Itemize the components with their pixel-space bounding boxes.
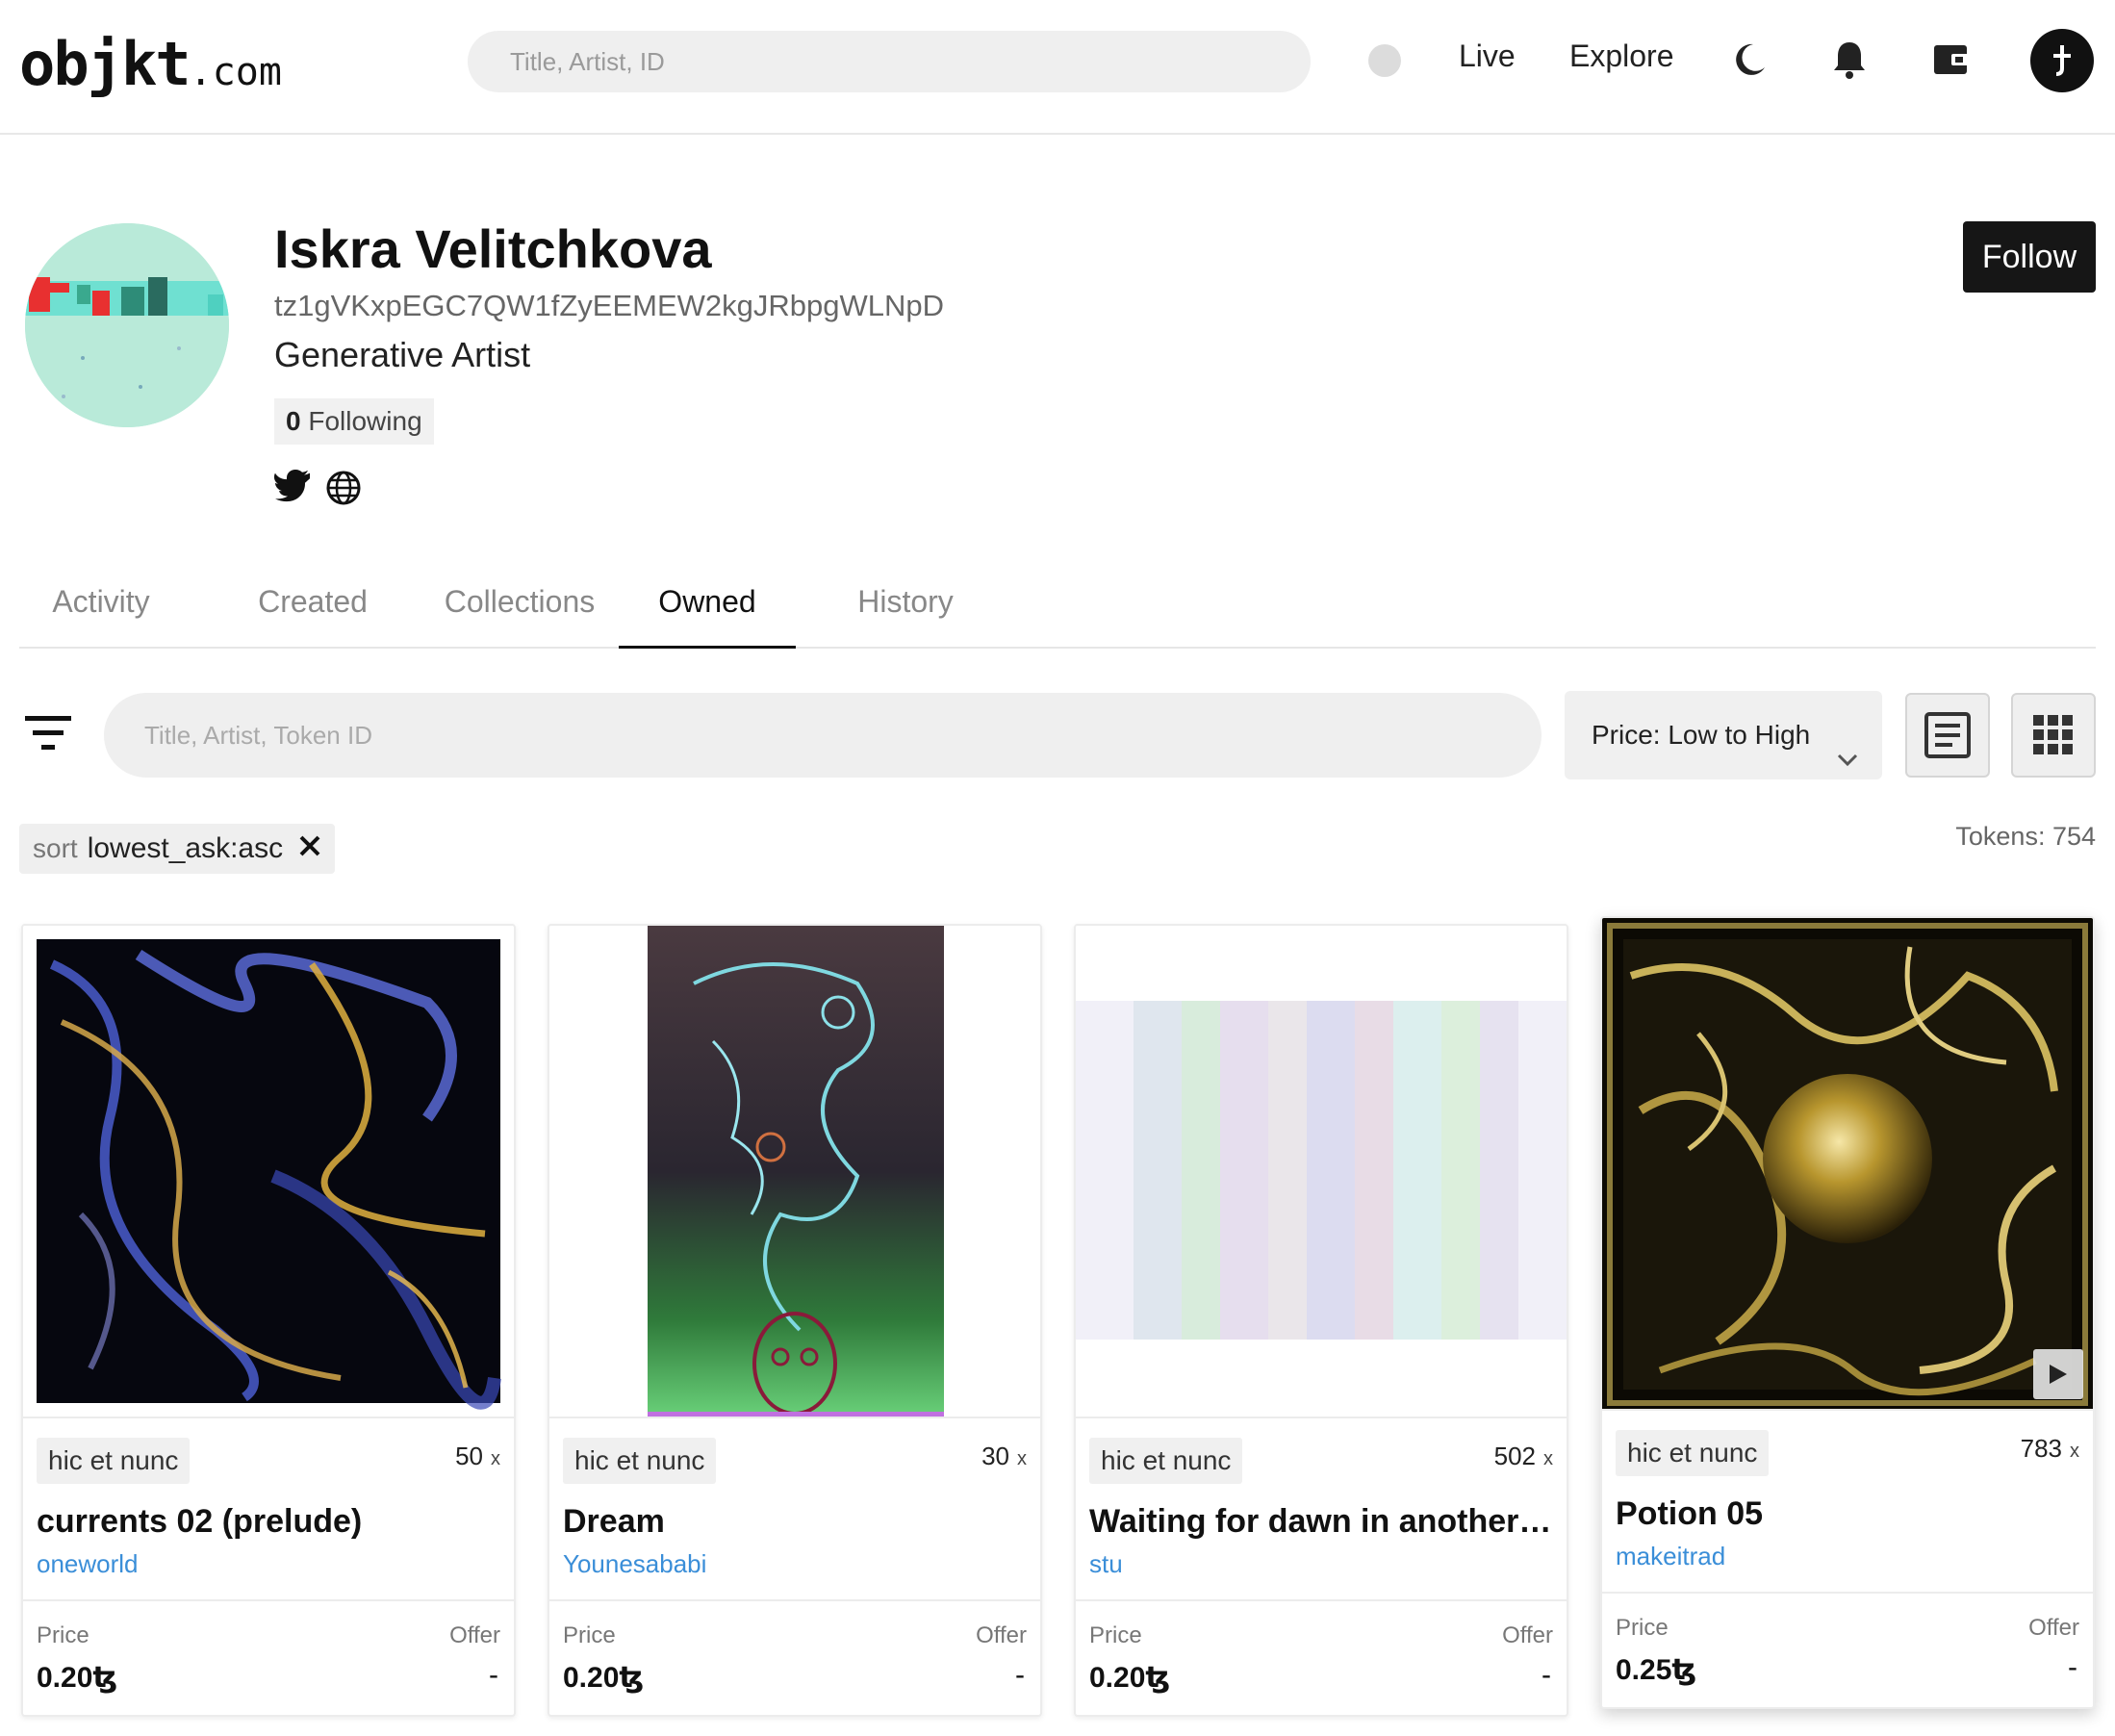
- site-logo[interactable]: objkt.com: [19, 29, 282, 99]
- token-title[interactable]: Waiting for dawn in another…: [1089, 1503, 1555, 1541]
- nav-explore-link[interactable]: Explore: [1569, 38, 1674, 74]
- following-count[interactable]: 0 Following: [274, 398, 434, 445]
- platform-badge: hic et nunc: [1089, 1438, 1243, 1484]
- offer-value: -: [1542, 1659, 1551, 1691]
- token-image[interactable]: [23, 926, 514, 1418]
- token-title[interactable]: Dream: [563, 1503, 1029, 1541]
- card-divider: [1076, 1599, 1567, 1601]
- top-navbar: objkt.com Title, Artist, ID Live Explore: [0, 0, 2115, 135]
- profile-avatar: [25, 223, 229, 427]
- offer-label: Offer: [976, 1622, 1027, 1648]
- wallet-address[interactable]: tz1gVKxpEGC7QW1fZyEEMEW2kgJRbpgWLNpD: [274, 289, 944, 323]
- user-avatar-button[interactable]: [2030, 29, 2094, 92]
- nav-live-link[interactable]: Live: [1459, 38, 1516, 74]
- platform-badge: hic et nunc: [37, 1438, 191, 1484]
- price-value[interactable]: 0.20ꜩ: [1089, 1661, 1170, 1695]
- moon-icon[interactable]: [1726, 37, 1772, 83]
- price-value[interactable]: 0.25ꜩ: [1616, 1653, 1696, 1687]
- offer-value: -: [2068, 1651, 2077, 1683]
- wallet-icon[interactable]: [1928, 37, 1975, 83]
- status-indicator: [1368, 44, 1401, 77]
- tokens-count: Tokens: 754: [1955, 822, 2096, 851]
- filter-icon[interactable]: [25, 714, 73, 753]
- price-label: Price: [1616, 1615, 1669, 1641]
- artist-link[interactable]: Younesababi: [563, 1549, 706, 1579]
- platform-badge: hic et nunc: [1616, 1430, 1770, 1476]
- profile-name: Iskra Velitchkova: [274, 218, 712, 279]
- token-title[interactable]: currents 02 (prelude): [37, 1503, 502, 1541]
- tab-history[interactable]: History: [833, 577, 978, 649]
- tab-activity[interactable]: Activity: [19, 577, 183, 649]
- tab-created[interactable]: Created: [231, 577, 395, 649]
- card-divider: [23, 1599, 514, 1601]
- artist-link[interactable]: makeitrad: [1616, 1542, 1725, 1571]
- chevron-down-icon: [1834, 720, 1861, 808]
- tab-owned[interactable]: Owned: [619, 577, 796, 649]
- token-video[interactable]: [1602, 918, 2093, 1411]
- token-title[interactable]: Potion 05: [1616, 1495, 2081, 1533]
- profile-bio: Generative Artist: [274, 335, 531, 374]
- price-label: Price: [37, 1622, 89, 1648]
- token-card[interactable]: hic et nunc 783 x Potion 05 makeitrad Pri…: [1600, 916, 2095, 1709]
- grid-view-button[interactable]: [2011, 693, 2096, 778]
- offer-label: Offer: [1502, 1622, 1553, 1648]
- artist-link[interactable]: oneworld: [37, 1549, 139, 1579]
- card-divider: [1602, 1592, 2093, 1594]
- price-label: Price: [563, 1622, 616, 1648]
- price-label: Price: [1089, 1622, 1142, 1648]
- active-sort-chip[interactable]: sort lowest_ask:asc: [19, 824, 336, 874]
- edition-count: 783 x: [2020, 1434, 2079, 1463]
- edition-count: 30 x: [981, 1442, 1027, 1470]
- global-search-input[interactable]: Title, Artist, ID: [468, 31, 1311, 92]
- tab-collections[interactable]: Collections: [423, 577, 616, 649]
- sort-dropdown[interactable]: Price: Low to High: [1565, 691, 1882, 779]
- price-value[interactable]: 0.20ꜩ: [563, 1661, 644, 1695]
- platform-badge: hic et nunc: [563, 1438, 717, 1484]
- token-image[interactable]: [1076, 926, 1567, 1418]
- card-divider: [549, 1599, 1040, 1601]
- token-card[interactable]: hic et nunc 30 x Dream Younesababi Price …: [548, 924, 1042, 1717]
- play-icon[interactable]: [2033, 1349, 2083, 1399]
- price-value[interactable]: 0.20ꜩ: [37, 1661, 117, 1695]
- twigger-icon[interactable]: [274, 470, 313, 508]
- offer-value: -: [1015, 1659, 1025, 1691]
- list-view-button[interactable]: [1905, 693, 1990, 778]
- offer-label: Offer: [449, 1622, 500, 1648]
- artist-link[interactable]: stu: [1089, 1549, 1123, 1579]
- token-search-input[interactable]: Title, Artist, Token ID: [104, 693, 1542, 778]
- close-icon[interactable]: [298, 832, 321, 865]
- token-image[interactable]: [549, 926, 1040, 1418]
- offer-value: -: [489, 1659, 498, 1691]
- bell-icon[interactable]: [1826, 37, 1873, 83]
- globe-icon[interactable]: [325, 470, 364, 508]
- edition-count: 50 x: [455, 1442, 500, 1470]
- token-card[interactable]: hic et nunc 50 x currents 02 (prelude) on…: [21, 924, 516, 1717]
- token-card[interactable]: hic et nunc 502 x Waiting for dawn in ano…: [1074, 924, 1568, 1717]
- follow-button[interactable]: Follow: [1963, 221, 2096, 293]
- profile-tabs: Activity Created Collections Owned Histo…: [19, 577, 2096, 649]
- offer-label: Offer: [2028, 1615, 2079, 1641]
- edition-count: 502 x: [1493, 1442, 1553, 1470]
